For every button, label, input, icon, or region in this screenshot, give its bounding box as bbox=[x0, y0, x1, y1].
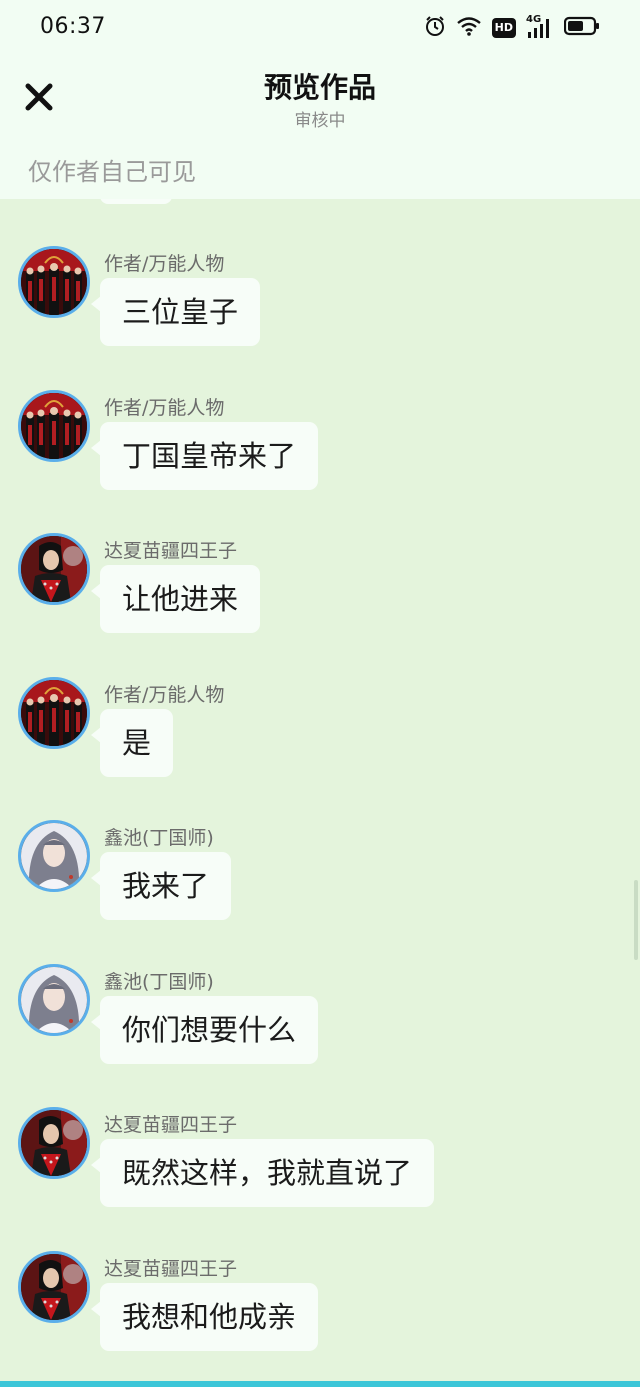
chat-message: 达夏苗疆四王子 我想和他成亲 bbox=[0, 1250, 640, 1361]
sender-name: 作者/万能人物 bbox=[104, 683, 225, 706]
visibility-note: 仅作者自己可见 bbox=[28, 158, 196, 186]
chat-list[interactable]: 作者/万能人物三位皇子 作者/万能人物丁国皇帝来了 达夏苗疆四王子让他进来 bbox=[0, 199, 640, 1381]
mentor-avatar[interactable] bbox=[18, 820, 90, 892]
prince-avatar[interactable] bbox=[18, 1250, 90, 1323]
chat-message: 鑫池(丁国师) 你们想要什么 bbox=[0, 963, 640, 1074]
sender-name: 作者/万能人物 bbox=[104, 396, 225, 419]
sender-name: 达夏苗疆四王子 bbox=[104, 1257, 238, 1280]
sender-name: 达夏苗疆四王子 bbox=[104, 1114, 238, 1136]
chat-message: 达夏苗疆四王子既然这样，我就直说了 bbox=[0, 1107, 640, 1217]
status-time: 06:37 bbox=[40, 14, 106, 39]
mentor-avatar[interactable] bbox=[18, 963, 90, 1036]
message-bubble[interactable]: 你们想要什么 bbox=[90, 995, 319, 1064]
sender-name: 作者/万能人物 bbox=[104, 253, 225, 275]
message-bubble[interactable]: 我想和他成亲 bbox=[90, 1282, 319, 1351]
header: 预览作品 审核中 仅作者自己可见 bbox=[0, 56, 640, 199]
chat-message: 作者/万能人物 丁国皇帝来了 bbox=[0, 389, 640, 500]
prince-avatar[interactable] bbox=[18, 533, 90, 605]
page-title: 预览作品 bbox=[263, 71, 376, 104]
sender-name: 鑫池(丁国师) bbox=[104, 827, 214, 849]
battery-icon bbox=[563, 16, 600, 40]
message-bubble[interactable]: 让他进来 bbox=[90, 565, 261, 633]
signal-4g-icon: 4G bbox=[526, 14, 554, 40]
group-avatar[interactable] bbox=[18, 246, 90, 318]
status-bar: 06:37 HD 4G bbox=[0, 0, 640, 56]
alarm-icon bbox=[424, 15, 446, 41]
sender-name: 达夏苗疆四王子 bbox=[104, 540, 238, 562]
review-status: 审核中 bbox=[294, 111, 346, 131]
group-avatar[interactable] bbox=[18, 389, 90, 462]
chat-message: 作者/万能人物是 bbox=[0, 676, 640, 787]
prince-avatar[interactable] bbox=[18, 1107, 90, 1179]
bottom-accent-bar bbox=[0, 1381, 640, 1387]
chat-message: 作者/万能人物三位皇子 bbox=[0, 246, 640, 356]
wifi-icon bbox=[456, 15, 482, 41]
message-bubble[interactable]: 我来了 bbox=[90, 852, 232, 920]
sender-name: 鑫池(丁国师) bbox=[104, 970, 214, 993]
chat-message: 达夏苗疆四王子让他进来 bbox=[0, 533, 640, 643]
message-bubble[interactable]: 是 bbox=[90, 708, 174, 777]
message-bubble[interactable]: 既然这样，我就直说了 bbox=[90, 1139, 435, 1207]
chat-message: 鑫池(丁国师) 我来了 bbox=[0, 820, 640, 930]
message-bubble[interactable]: 三位皇子 bbox=[90, 278, 261, 346]
status-icons: HD 4G bbox=[424, 14, 600, 41]
hd-icon: HD bbox=[491, 18, 516, 38]
group-avatar[interactable] bbox=[18, 676, 90, 749]
scrollbar[interactable] bbox=[634, 880, 638, 960]
message-bubble[interactable]: 丁国皇帝来了 bbox=[90, 421, 319, 490]
partial-message-bubble bbox=[100, 199, 172, 204]
